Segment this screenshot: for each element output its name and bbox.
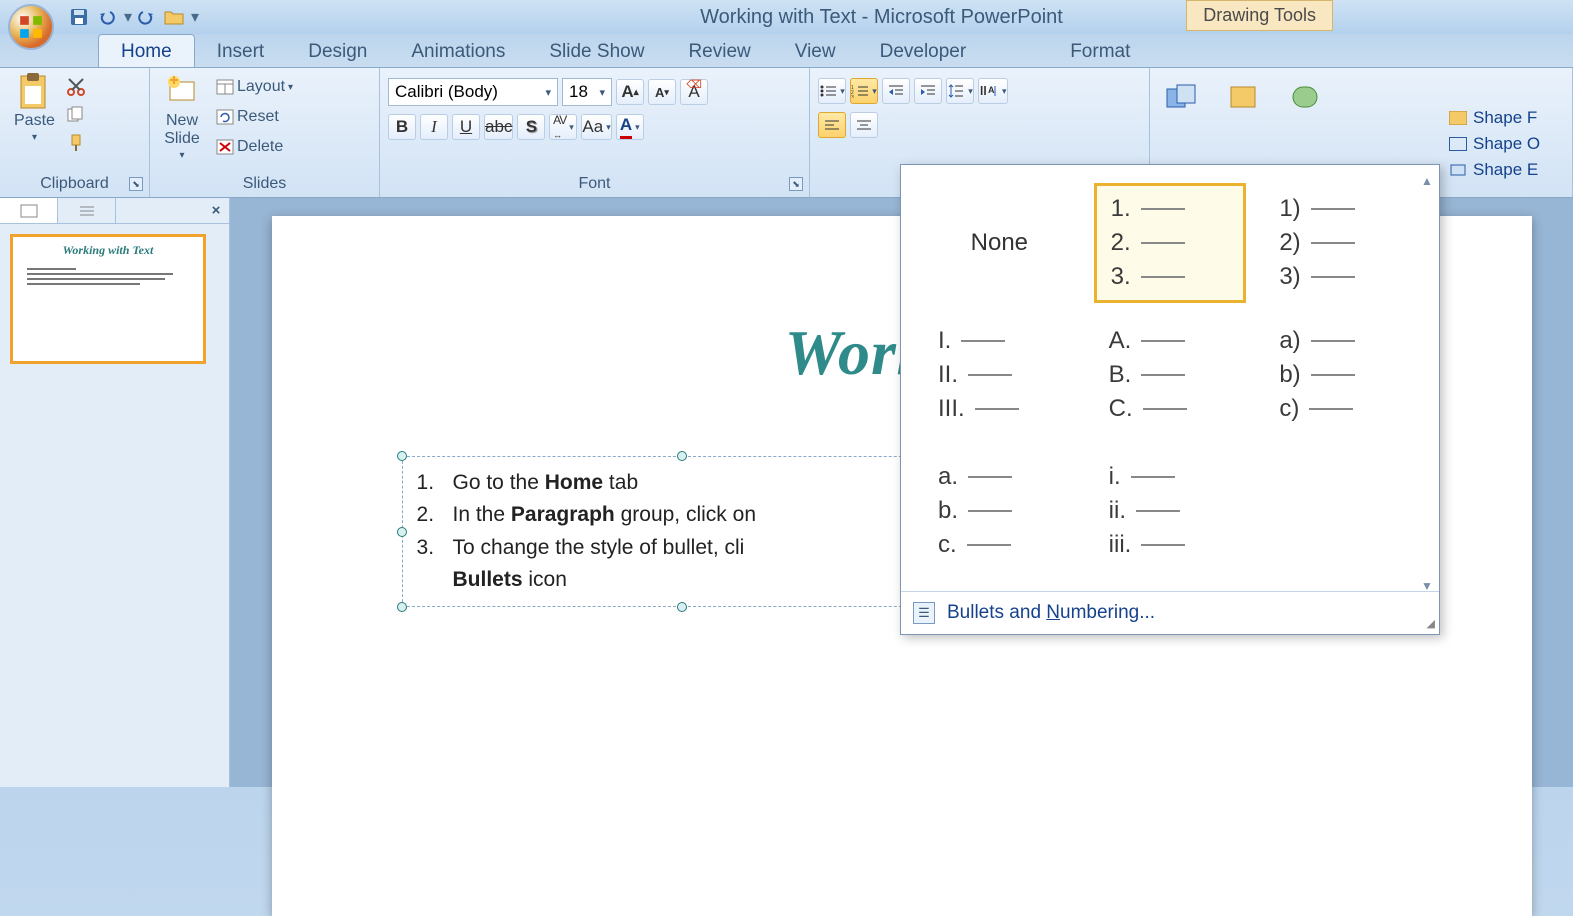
clipboard-launcher[interactable]: ⬊ [129,177,143,191]
numbering-roman-upper[interactable]: I. II. III. [923,315,1076,435]
outline-tab-icon[interactable] [58,198,116,223]
reset-button[interactable]: Reset [210,106,299,128]
content-textbox[interactable]: Go to the Home tabIn the Paragraph group… [402,456,962,607]
dropdown-icon[interactable]: ▾ [124,7,129,27]
quick-access-toolbar: ▾ ▾ [68,0,196,34]
paste-button[interactable]: Paste ▾ [8,72,61,145]
office-button[interactable] [8,4,54,50]
numbering-alpha-lower-dot[interactable]: a. b. c. [923,451,1076,571]
window-title: Working with Text - Microsoft PowerPoint [196,6,1567,29]
group-clipboard: Paste ▾ Clipboard ⬊ [0,68,150,197]
numbering-alpha-upper[interactable]: A. B. C. [1094,315,1247,435]
close-panel-icon[interactable]: × [203,198,229,223]
cut-icon[interactable] [65,76,87,98]
align-center-icon[interactable] [850,112,878,138]
layout-button[interactable]: Layout▾ [210,76,299,98]
tab-format[interactable]: Format [1048,35,1152,67]
clear-formatting-icon[interactable]: A⌫ [680,79,708,105]
contextual-tab-label: Drawing Tools [1186,0,1333,31]
copy-icon[interactable] [65,104,87,126]
numbering-dropdown: None 1. 2. 3. 1) 2) 3) I. II. III. A. B.… [900,164,1440,635]
numbering-button[interactable]: 123 [850,78,878,104]
group-slides: New Slide ▾ Layout▾ Reset Delete Slides [150,68,380,197]
delete-button[interactable]: Delete [210,136,299,158]
numbering-none[interactable]: None [923,183,1076,303]
scroll-down-icon[interactable]: ▼ [1419,578,1435,594]
group-font: Calibri (Body)▾ 18▾ A▴ A▾ A⌫ B I U abc S… [380,68,810,197]
dropdown-scrollbar[interactable]: ▲ ▼ [1418,173,1436,594]
numbering-alpha-lower-paren[interactable]: a) b) c) [1264,315,1417,435]
resize-handle[interactable] [677,602,687,612]
list-icon: ☰ [913,602,935,624]
increase-indent-icon[interactable] [914,78,942,104]
resize-handle[interactable] [677,451,687,461]
slide-thumbnail[interactable]: Working with Text [10,234,206,364]
new-slide-label: New Slide [164,112,200,148]
scroll-up-icon[interactable]: ▲ [1419,173,1435,189]
bold-button[interactable]: B [388,114,416,140]
thumb-title: Working with Text [13,243,203,258]
group-label-slides: Slides [150,175,379,193]
group-label-clipboard: Clipboard [0,175,149,193]
ribbon-tabs: Home Insert Design Animations Slide Show… [0,34,1573,68]
numbering-123-dot[interactable]: 1. 2. 3. [1094,183,1247,303]
bullets-button[interactable] [818,78,846,104]
shape-button[interactable] [1282,78,1330,118]
shape-outline-button[interactable]: Shape O [1449,134,1567,154]
tab-insert[interactable]: Insert [195,35,287,67]
svg-text:ll: ll [980,84,987,98]
tab-animations[interactable]: Animations [389,35,527,67]
save-icon[interactable] [68,6,90,28]
slides-tab-icon[interactable] [0,198,58,223]
paste-label: Paste [14,112,55,130]
shadow-button[interactable]: S [517,114,545,140]
tab-home[interactable]: Home [98,34,195,67]
svg-text:3: 3 [851,95,854,98]
shape-fill-button[interactable]: Shape F [1449,108,1567,128]
slides-panel: × 1 Working with Text [0,198,230,787]
svg-text:A: A [988,85,995,95]
italic-button[interactable]: I [420,114,448,140]
shape-effects-button[interactable]: Shape E [1449,160,1567,180]
numbering-roman-lower[interactable]: i. ii. iii. [1094,451,1247,571]
font-color-button[interactable]: A [616,114,644,140]
shape-format-menu: Shape F Shape O Shape E [1443,100,1573,188]
decrease-indent-icon[interactable] [882,78,910,104]
underline-button[interactable]: U [452,114,480,140]
group-label-font: Font [380,175,809,193]
resize-handle[interactable] [397,527,407,537]
text-direction-icon[interactable]: llA [978,78,1008,104]
tab-review[interactable]: Review [666,35,772,67]
redo-icon[interactable] [135,6,157,28]
change-case-button[interactable]: Aa [581,114,611,140]
arrange-button[interactable] [1158,78,1206,118]
numbering-123-paren[interactable]: 1) 2) 3) [1264,183,1417,303]
undo-icon[interactable] [96,6,118,28]
resize-grip-icon[interactable]: ◢ [1427,617,1435,630]
tab-slideshow[interactable]: Slide Show [527,35,666,67]
open-icon[interactable] [163,6,185,28]
font-name-combo[interactable]: Calibri (Body)▾ [388,78,558,106]
quick-styles-button[interactable] [1220,78,1268,118]
tab-developer[interactable]: Developer [858,35,989,67]
font-launcher[interactable]: ⬊ [789,177,803,191]
resize-handle[interactable] [397,602,407,612]
format-painter-icon[interactable] [65,132,87,154]
numbered-list[interactable]: Go to the Home tabIn the Paragraph group… [417,467,947,596]
char-spacing-button[interactable]: AV↔ [549,114,577,140]
bullets-numbering-dialog[interactable]: ☰ Bullets and Numbering... [901,591,1439,634]
font-size-combo[interactable]: 18▾ [562,78,612,106]
footer-label: Bullets and Numbering... [947,602,1155,624]
title-bar: ▾ ▾ Working with Text - Microsoft PowerP… [0,0,1573,34]
align-left-icon[interactable] [818,112,846,138]
resize-handle[interactable] [397,451,407,461]
tab-view[interactable]: View [773,35,858,67]
grow-font-icon[interactable]: A▴ [616,79,644,105]
line-spacing-icon[interactable] [946,78,974,104]
tab-design[interactable]: Design [286,35,389,67]
strikethrough-button[interactable]: abc [484,114,513,140]
shrink-font-icon[interactable]: A▾ [648,79,676,105]
new-slide-button[interactable]: New Slide ▾ [158,72,206,163]
